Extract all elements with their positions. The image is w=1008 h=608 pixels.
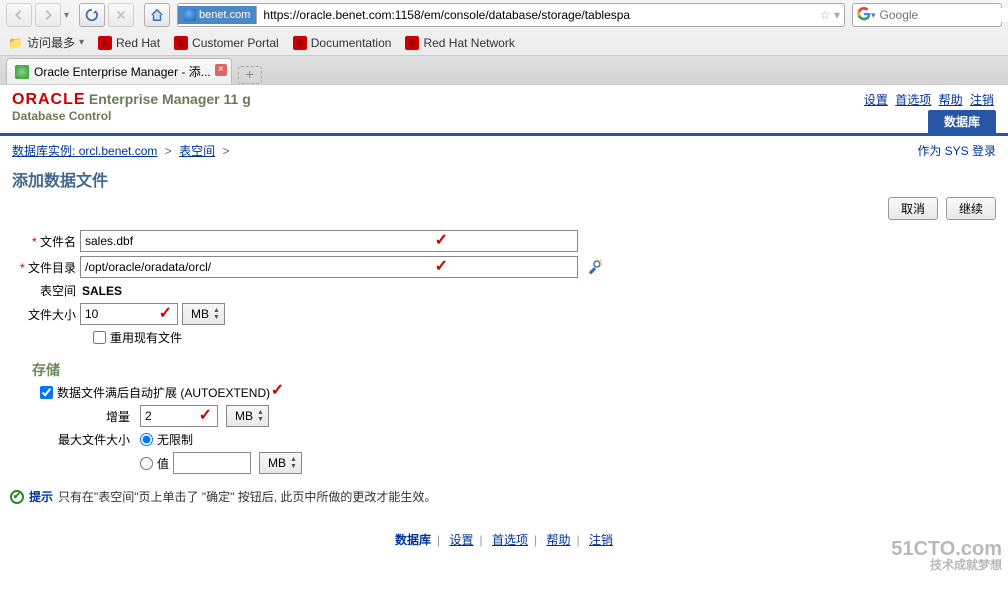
search-input[interactable] <box>876 8 1008 22</box>
breadcrumb: 数据库实例: orcl.benet.com > 表空间 > <box>12 142 233 159</box>
label-filesize: 文件大小 <box>8 306 80 323</box>
unlimited-label: 无限制 <box>157 431 193 448</box>
footer-logout[interactable]: 注销 <box>589 533 613 547</box>
cancel-button[interactable]: 取消 <box>888 197 938 220</box>
link-help[interactable]: 帮助 <box>939 93 963 107</box>
brand-title: Enterprise Manager 11 g <box>89 91 251 107</box>
label-filedir: * 文件目录 <box>8 259 80 276</box>
label-maxsize: 最大文件大小 <box>40 431 136 448</box>
brand-block: ORACLE Enterprise Manager 11 g Database … <box>12 91 251 123</box>
filedir-input[interactable] <box>80 256 578 278</box>
site-identity-badge[interactable]: benet.com <box>178 6 257 24</box>
label-increment: 增量 <box>40 408 136 425</box>
url-text: https://oracle.benet.com:1158/em/console… <box>257 8 819 22</box>
redhat-icon <box>98 36 112 50</box>
increment-input[interactable] <box>140 405 218 427</box>
back-button[interactable] <box>6 3 32 27</box>
value-label: 值 <box>157 455 169 472</box>
tab-database[interactable]: 数据库 <box>928 110 996 133</box>
stop-button[interactable] <box>108 3 134 27</box>
tip-text: 只有在"表空间"页上单击了 "确定" 按钮后, 此页中所做的更改才能生效。 <box>58 488 436 505</box>
tip-icon: ✔ <box>10 490 24 504</box>
url-tools: ☆ ▾ <box>820 8 844 22</box>
footer-help[interactable]: 帮助 <box>546 533 570 547</box>
home-button[interactable] <box>144 3 170 27</box>
reuse-label: 重用现有文件 <box>110 329 182 346</box>
unlimited-radio[interactable] <box>140 433 153 446</box>
new-tab-button[interactable]: + <box>238 66 262 84</box>
tab-title: Oracle Enterprise Manager - 添... <box>34 63 211 80</box>
bookmark-rh-network[interactable]: Red Hat Network <box>405 36 514 50</box>
folder-icon: 📁 <box>8 36 23 50</box>
continue-button[interactable]: 继续 <box>946 197 996 220</box>
oracle-logo: ORACLE <box>12 91 86 108</box>
label-tablespace: 表空间 <box>8 282 80 299</box>
tablespace-value: SALES <box>80 284 122 298</box>
page-title: 添加数据文件 <box>0 165 1008 197</box>
link-prefs[interactable]: 首选项 <box>895 93 931 107</box>
increment-unit-select[interactable]: MB▲▼ <box>226 405 269 427</box>
link-settings[interactable]: 设置 <box>864 93 888 107</box>
label-filename: * 文件名 <box>8 233 80 250</box>
bookmark-customer-portal[interactable]: Customer Portal <box>174 36 279 50</box>
globe-icon <box>184 9 196 21</box>
url-host: benet.com <box>199 9 250 21</box>
redhat-icon <box>174 36 188 50</box>
autoextend-checkbox[interactable] <box>40 386 53 399</box>
flashlight-icon[interactable] <box>584 257 604 277</box>
tip-prefix: 提示 <box>29 488 53 505</box>
link-logout[interactable]: 注销 <box>970 93 994 107</box>
value-radio[interactable] <box>140 457 153 470</box>
reload-button[interactable] <box>79 3 105 27</box>
breadcrumb-tablespace[interactable]: 表空间 <box>179 144 215 158</box>
filesize-unit-select[interactable]: MB▲▼ <box>182 303 225 325</box>
footer-prefs[interactable]: 首选项 <box>492 533 528 547</box>
browser-tab[interactable]: Oracle Enterprise Manager - 添... × <box>6 58 232 84</box>
bookmark-documentation[interactable]: Documentation <box>293 36 392 50</box>
favicon-icon <box>15 65 29 79</box>
footer-links: 数据库| 设置| 首选项| 帮助| 注销 <box>0 505 1008 554</box>
url-bar[interactable]: benet.com https://oracle.benet.com:1158/… <box>177 3 845 27</box>
redhat-icon <box>293 36 307 50</box>
most-visited[interactable]: 📁访问最多▾ <box>8 34 84 51</box>
bookmark-redhat[interactable]: Red Hat <box>98 36 160 50</box>
brand-sub: Database Control <box>12 109 251 123</box>
close-icon[interactable]: × <box>215 64 227 76</box>
maxsize-unit-select[interactable]: MB▲▼ <box>259 452 302 474</box>
forward-button[interactable] <box>35 3 61 27</box>
redhat-icon <box>405 36 419 50</box>
maxsize-value-input[interactable] <box>173 452 251 474</box>
section-storage: 存储 <box>32 360 1000 380</box>
reuse-checkbox[interactable] <box>93 331 106 344</box>
google-icon <box>857 7 871 24</box>
autoextend-label: 数据文件满后自动扩展 (AUTOEXTEND) <box>57 386 270 400</box>
header-links: 设置 首选项 帮助 注销 <box>862 91 996 108</box>
footer-database[interactable]: 数据库 <box>395 533 431 547</box>
filename-input[interactable] <box>80 230 578 252</box>
search-bar[interactable]: ▾ <box>852 3 1002 27</box>
login-as: 作为 SYS 登录 <box>917 142 996 159</box>
filesize-input[interactable] <box>80 303 178 325</box>
footer-settings[interactable]: 设置 <box>450 533 474 547</box>
breadcrumb-db-instance[interactable]: 数据库实例: orcl.benet.com <box>12 144 157 158</box>
